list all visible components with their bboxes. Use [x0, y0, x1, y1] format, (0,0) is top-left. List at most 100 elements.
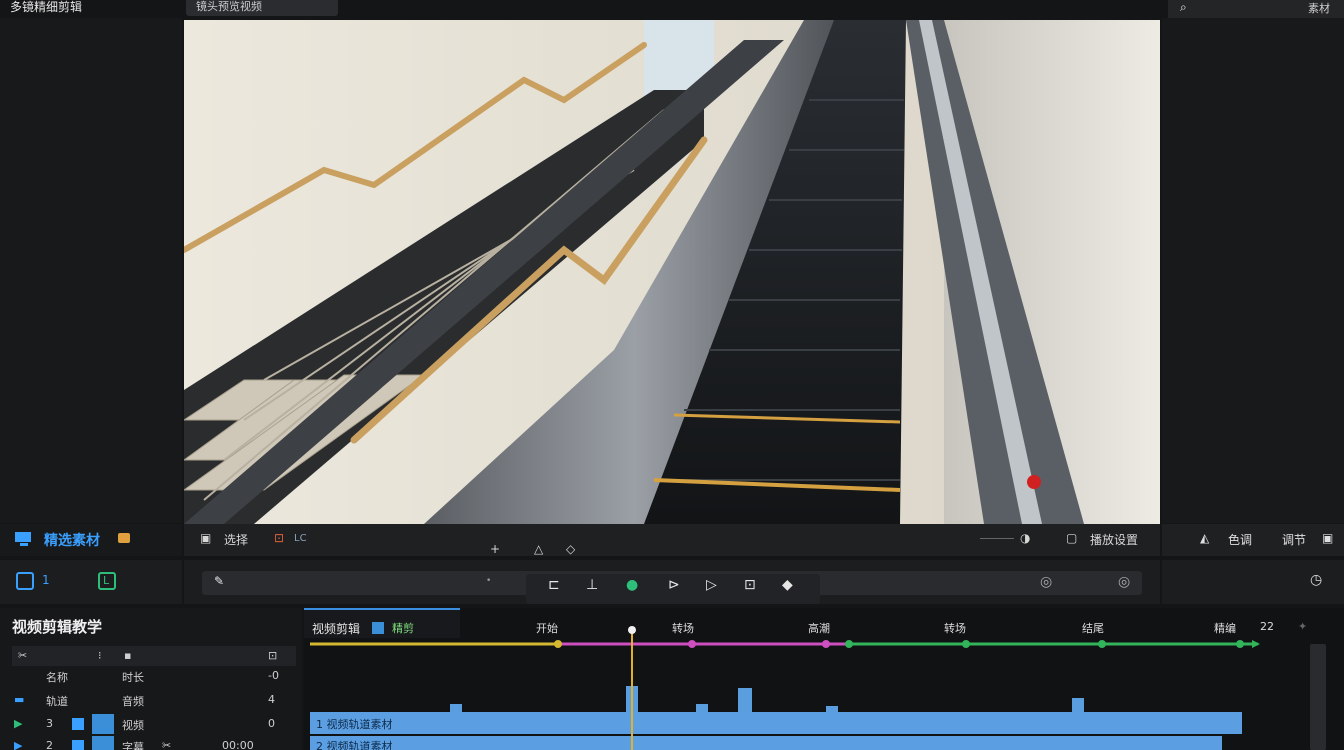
app-title: 多镜精细剪辑	[10, 0, 83, 14]
select-icon[interactable]: ▣	[200, 531, 211, 545]
audio-peak	[1072, 698, 1084, 712]
loop-icon[interactable]: ◎	[1040, 574, 1052, 590]
video-preview[interactable]	[184, 20, 1160, 524]
timeline-title: 视频剪辑教学	[12, 618, 103, 636]
settings-icon[interactable]: ▢	[1066, 531, 1077, 545]
library-controls: 1 L	[0, 560, 182, 604]
insert-icon[interactable]: ⊥	[586, 577, 598, 593]
cut-icon[interactable]: ✂	[18, 649, 27, 662]
segment-end-arrow	[1252, 640, 1260, 648]
track-name: 名称	[46, 671, 68, 684]
import-count: 1	[42, 573, 50, 587]
color-icon[interactable]: ◭	[1200, 531, 1209, 545]
panel-toggle-icon[interactable]: ▣	[1322, 531, 1333, 545]
adjust-label[interactable]: 调节	[1282, 531, 1306, 548]
track-lock-toggle[interactable]	[92, 736, 114, 750]
track-type: 音频	[122, 695, 144, 708]
track-number: 3	[46, 717, 53, 730]
keyframe-icon[interactable]: ◆	[782, 577, 793, 593]
track-settings-icon[interactable]: ⊡	[268, 649, 277, 662]
library-header: 精选素材	[0, 524, 182, 556]
export-frame-icon[interactable]: ⊡	[744, 577, 756, 593]
import-button[interactable]	[16, 572, 34, 590]
subtitle-track-icon: ▶	[14, 739, 23, 750]
fullscreen-icon[interactable]: ◎	[1118, 574, 1130, 590]
link-icon[interactable]: ⁝	[98, 649, 102, 662]
media-library-panel	[0, 18, 182, 523]
mark-in-icon[interactable]: ⊏	[548, 577, 560, 593]
track-value: 00:00	[222, 739, 254, 750]
timeline-graphics	[310, 626, 1260, 750]
viewer-toolbar: ▣ 选择 ⊡ LC + △ ◇ ◑ ▢ 播放设置	[184, 524, 1160, 556]
select-label[interactable]: 选择	[224, 531, 248, 548]
track-row-2[interactable]: ▬ 轨道 音频 4	[12, 690, 296, 710]
crop-icon[interactable]: ⊡	[274, 531, 284, 545]
playback-settings-label[interactable]: 播放设置	[1090, 531, 1138, 548]
track-row-3[interactable]: ▶ 3 视频 0	[12, 714, 296, 734]
track-lock-toggle[interactable]	[92, 714, 114, 734]
marker-dot[interactable]	[822, 640, 830, 648]
track-start-dot: •	[486, 576, 492, 586]
play-icon[interactable]: ●	[626, 577, 638, 593]
clip-label: 2 视频轨道素材	[316, 740, 393, 750]
color-tone-label[interactable]: 色调	[1228, 531, 1252, 548]
marker-dot[interactable]	[845, 640, 853, 648]
track-header-row: ✂ ⁝ ▪ ⊡	[12, 646, 296, 666]
video-track-icon: ▶	[14, 717, 23, 730]
triangle-icon[interactable]: △	[534, 542, 543, 556]
track-value: 0	[268, 717, 275, 730]
track-value: 4	[268, 693, 275, 706]
library-title: 精选素材	[44, 533, 100, 549]
next-icon[interactable]: ▷	[706, 577, 717, 593]
audio-peak	[738, 688, 752, 712]
track-name: 轨道	[46, 695, 68, 708]
track-visibility-toggle[interactable]	[72, 740, 84, 750]
marker-dot[interactable]	[962, 640, 970, 648]
add-icon[interactable]: +	[490, 542, 500, 556]
video-clip[interactable]	[310, 736, 1222, 750]
marker-dot[interactable]	[554, 640, 562, 648]
timeline-tracks-panel: 视频剪辑教学 ✂ ⁝ ▪ ⊡ 名称 时长 -0 ▬ 轨道 音频 4 ▶ 3 视频…	[0, 608, 302, 750]
clip-label: 1 视频轨道素材	[316, 718, 393, 731]
marker-dot[interactable]	[688, 640, 696, 648]
edit-icon[interactable]: ✎	[214, 574, 224, 588]
search-icon[interactable]: ⌕	[1180, 0, 1187, 15]
reset-icon[interactable]: ◷	[1310, 572, 1322, 588]
inspector-panel	[1162, 18, 1344, 523]
track-visibility-toggle[interactable]	[72, 718, 84, 730]
inspector-toolbar: ◭ 色调 调节 ▣	[1162, 524, 1344, 556]
top-right-label[interactable]: 素材	[1308, 0, 1330, 16]
track-row-4[interactable]: ▶ 2 字幕 ✂ 00:00	[12, 736, 296, 750]
snap-icon[interactable]: ✂	[162, 739, 171, 750]
volume-slider[interactable]	[980, 538, 1014, 539]
volume-icon[interactable]: ◑	[1020, 531, 1030, 545]
marker-dot[interactable]	[1098, 640, 1106, 648]
audio-peak	[826, 706, 838, 712]
audio-track-icon: ▬	[14, 693, 25, 706]
layer-label: L	[103, 574, 110, 587]
playhead-handle[interactable]	[628, 626, 636, 634]
inspector-controls: ◷	[1162, 560, 1344, 604]
top-right-bar: ⌕ 素材	[1168, 0, 1344, 18]
folder-icon[interactable]	[118, 533, 130, 543]
audio-peak	[450, 704, 462, 712]
transport-bar: ✎ • ⊏ ⊥ ● ⊳ ▷ ⊡ ◆ ◎ ◎	[184, 560, 1160, 604]
marker-dot[interactable]	[1236, 640, 1244, 648]
track-type: 视频	[122, 719, 144, 732]
mode-label: LC	[294, 533, 307, 544]
escalator-scene-image	[184, 20, 1160, 524]
flag-icon[interactable]: ⊳	[668, 577, 680, 593]
track-number: 2	[46, 739, 53, 750]
track-duration: 时长	[122, 671, 144, 684]
vertical-scrollbar[interactable]	[1310, 644, 1326, 750]
timeline[interactable]: 视频剪辑 精剪 开始 转场 高潮 转场 结尾 精编 22 ✦ 1 视频轨道素材 …	[304, 608, 1344, 750]
audio-peak	[696, 704, 708, 712]
track-row-1[interactable]: 名称 时长 -0	[12, 666, 296, 686]
video-clip[interactable]	[310, 712, 1242, 734]
diamond-icon[interactable]: ◇	[566, 542, 575, 556]
track-type: 字幕	[122, 741, 144, 750]
snap-icon[interactable]: ▪	[124, 649, 131, 662]
monitor-icon	[14, 531, 34, 547]
track-value: -0	[268, 669, 279, 682]
viewer-tab[interactable]: 镜头预览视频	[186, 0, 338, 16]
